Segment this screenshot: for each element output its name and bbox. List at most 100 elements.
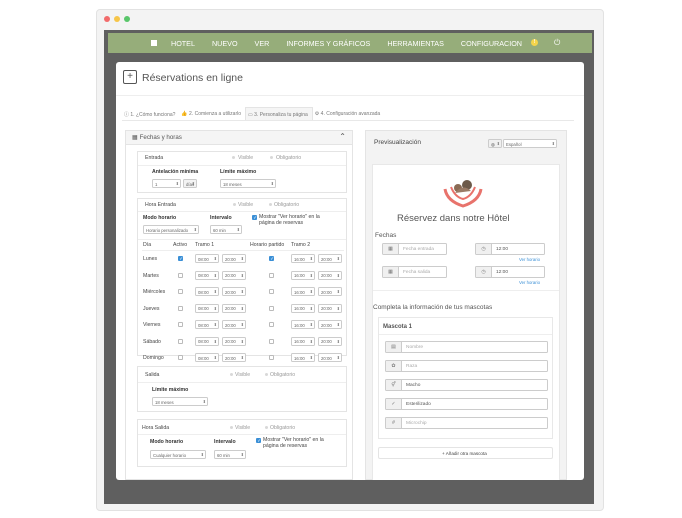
day-label: Viernes [143, 322, 161, 328]
tramo1-end-select[interactable]: 20:00 [222, 303, 246, 313]
ver-horario-link[interactable]: Ver horario [519, 280, 540, 285]
tramo1-end-select[interactable]: 20:00 [222, 254, 246, 263]
intervalo-label: Intervalo [214, 439, 236, 445]
tramo2-end-select[interactable]: 20:00 [318, 287, 342, 296]
tramo1-end-select[interactable]: 20:00 [222, 336, 246, 346]
tramo1-start-select[interactable]: 08:00 [195, 320, 219, 329]
close-dot[interactable] [104, 16, 110, 22]
mascota-card: Mascota 1 ▤ Nombre ✿ Raza ⚥ Macho ✓ Esterili… [378, 317, 553, 439]
obligatorio-label: Obligatorio [270, 425, 296, 431]
nav-informes[interactable]: INFORMES Y GRÁFICOS [286, 39, 370, 48]
obligatorio-radio[interactable] [265, 373, 268, 376]
entrada-box: Entrada Visible Obligatorio Antelación m… [137, 151, 347, 193]
nav-ver[interactable]: VER [255, 39, 270, 48]
active-checkbox[interactable] [178, 305, 183, 311]
nav-hotel[interactable]: HOTEL [171, 39, 195, 48]
tramo2-end-select[interactable]: 20:00 [318, 303, 342, 313]
tramo1-start-select[interactable]: 08:00 [195, 336, 219, 346]
esterilizado-select[interactable]: ✓ Esterilizado [385, 398, 548, 410]
obligatorio-radio[interactable] [269, 203, 272, 206]
tramo2-end-select[interactable]: 20:00 [318, 320, 342, 329]
hora-salida-select[interactable]: ◷ 12:00 [475, 266, 545, 278]
tramo2-end-select[interactable]: 20:00 [318, 270, 342, 280]
hora-entrada-select[interactable]: ◷ 12:00 [475, 243, 545, 255]
tramo2-start-select[interactable]: 16:00 [291, 287, 315, 296]
divider [138, 211, 346, 212]
tramo1-end-select[interactable]: 20:00 [222, 270, 246, 280]
modo-select[interactable]: Horario personalizado [143, 225, 199, 234]
sexo-select[interactable]: ⚥ Macho [385, 379, 548, 391]
minimize-dot[interactable] [114, 16, 120, 22]
tramo2-start-select[interactable]: 16:00 [291, 270, 315, 280]
tab-configuracion-avanzada[interactable]: ⚙ 4. Configuración avanzada [313, 107, 384, 120]
tramo1-end-select[interactable]: 20:00 [222, 287, 246, 296]
maximize-dot[interactable] [124, 16, 130, 22]
nombre-input[interactable]: ▤ Nombre [385, 341, 548, 353]
info-icon[interactable]: ! [531, 39, 538, 46]
tramo2-end-select[interactable]: 20:00 [318, 254, 342, 263]
active-checkbox[interactable] [178, 322, 183, 327]
mostrar-checkbox[interactable] [256, 438, 261, 444]
nav-herramientas[interactable]: HERRAMIENTAS [387, 39, 444, 48]
intervalo-select[interactable]: 60 min [210, 225, 242, 234]
tramo1-end-select[interactable]: 20:00 [222, 353, 246, 362]
section-header[interactable]: ▦ Fechas y horas ⌃ [126, 131, 352, 145]
split-checkbox[interactable] [269, 272, 274, 278]
obligatorio-radio[interactable] [265, 426, 268, 429]
fecha-entrada-input[interactable]: ▦ Fecha entrada [382, 243, 447, 255]
tramo1-start-select[interactable]: 08:00 [195, 270, 219, 280]
visible-radio[interactable] [232, 156, 235, 159]
ver-horario-link[interactable]: Ver horario [519, 257, 540, 262]
limite-select[interactable]: 18 meses [220, 179, 276, 188]
active-checkbox[interactable] [178, 272, 183, 278]
antelacion-select[interactable]: 1 [152, 179, 181, 188]
split-checkbox[interactable] [269, 338, 274, 344]
tramo2-start-select[interactable]: 16:00 [291, 303, 315, 313]
raza-input[interactable]: ✿ Raza [385, 360, 548, 372]
split-checkbox[interactable] [269, 305, 274, 311]
tramo1-start-select[interactable]: 08:00 [195, 254, 219, 263]
active-checkbox[interactable] [178, 256, 183, 262]
tramo1-end-select[interactable]: 20:00 [222, 320, 246, 329]
fecha-salida-input[interactable]: ▦ Fecha salida [382, 266, 447, 278]
split-checkbox[interactable] [269, 355, 274, 360]
tramo2-start-select[interactable]: 16:00 [291, 254, 315, 263]
split-checkbox[interactable] [269, 289, 274, 294]
intervalo-select[interactable]: 60 min [214, 450, 246, 459]
tramo1-start-select[interactable]: 08:00 [195, 287, 219, 296]
mostrar-checkbox[interactable] [252, 215, 257, 221]
tramo2-start-select[interactable]: 16:00 [291, 320, 315, 329]
tramo2-end-select[interactable]: 20:00 [318, 353, 342, 362]
active-checkbox[interactable] [178, 338, 183, 344]
tramo2-end-select[interactable]: 20:00 [318, 336, 342, 346]
visible-radio[interactable] [233, 203, 236, 206]
nav-nuevo[interactable]: NUEVO [212, 39, 238, 48]
power-icon[interactable]: ⏻ [554, 38, 560, 48]
col-dia: Día [143, 242, 152, 248]
limite-select[interactable]: 18 meses [152, 397, 208, 406]
split-checkbox[interactable] [269, 322, 274, 327]
tramo2-start-select[interactable]: 16:00 [291, 353, 315, 362]
tab-como-funciona[interactable]: ⓘ 1. ¿Cómo funciona? [122, 107, 179, 120]
nav-configuracion[interactable]: CONFIGURACION [461, 39, 522, 48]
obligatorio-radio[interactable] [270, 156, 273, 159]
tramo2-start-select[interactable]: 16:00 [291, 336, 315, 346]
active-checkbox[interactable] [178, 289, 183, 294]
microchip-input[interactable]: # Microchip [385, 417, 548, 429]
active-checkbox[interactable] [178, 355, 183, 360]
panel-header: + Réservations en ligne [116, 62, 584, 96]
visible-radio[interactable] [230, 373, 233, 376]
collapse-icon[interactable]: ⌃ [339, 132, 346, 141]
visible-radio[interactable] [230, 426, 233, 429]
apps-grid-icon[interactable] [151, 40, 157, 46]
limite-label: Límite máximo [152, 387, 189, 393]
obligatorio-label: Obligatorio [274, 202, 300, 208]
split-checkbox[interactable] [269, 256, 274, 262]
tramo1-start-select[interactable]: 08:00 [195, 303, 219, 313]
language-select[interactable]: Español [503, 139, 557, 148]
add-pet-button[interactable]: + Añadir otra mascota [378, 447, 553, 459]
tab-personaliza[interactable]: ▭ 3. Personaliza tu página [245, 107, 313, 120]
modo-select[interactable]: Cualquier horario [150, 450, 206, 459]
tramo1-start-select[interactable]: 08:00 [195, 353, 219, 362]
tab-comienza[interactable]: 👍 2. Comienza a utilizarlo [179, 107, 245, 120]
